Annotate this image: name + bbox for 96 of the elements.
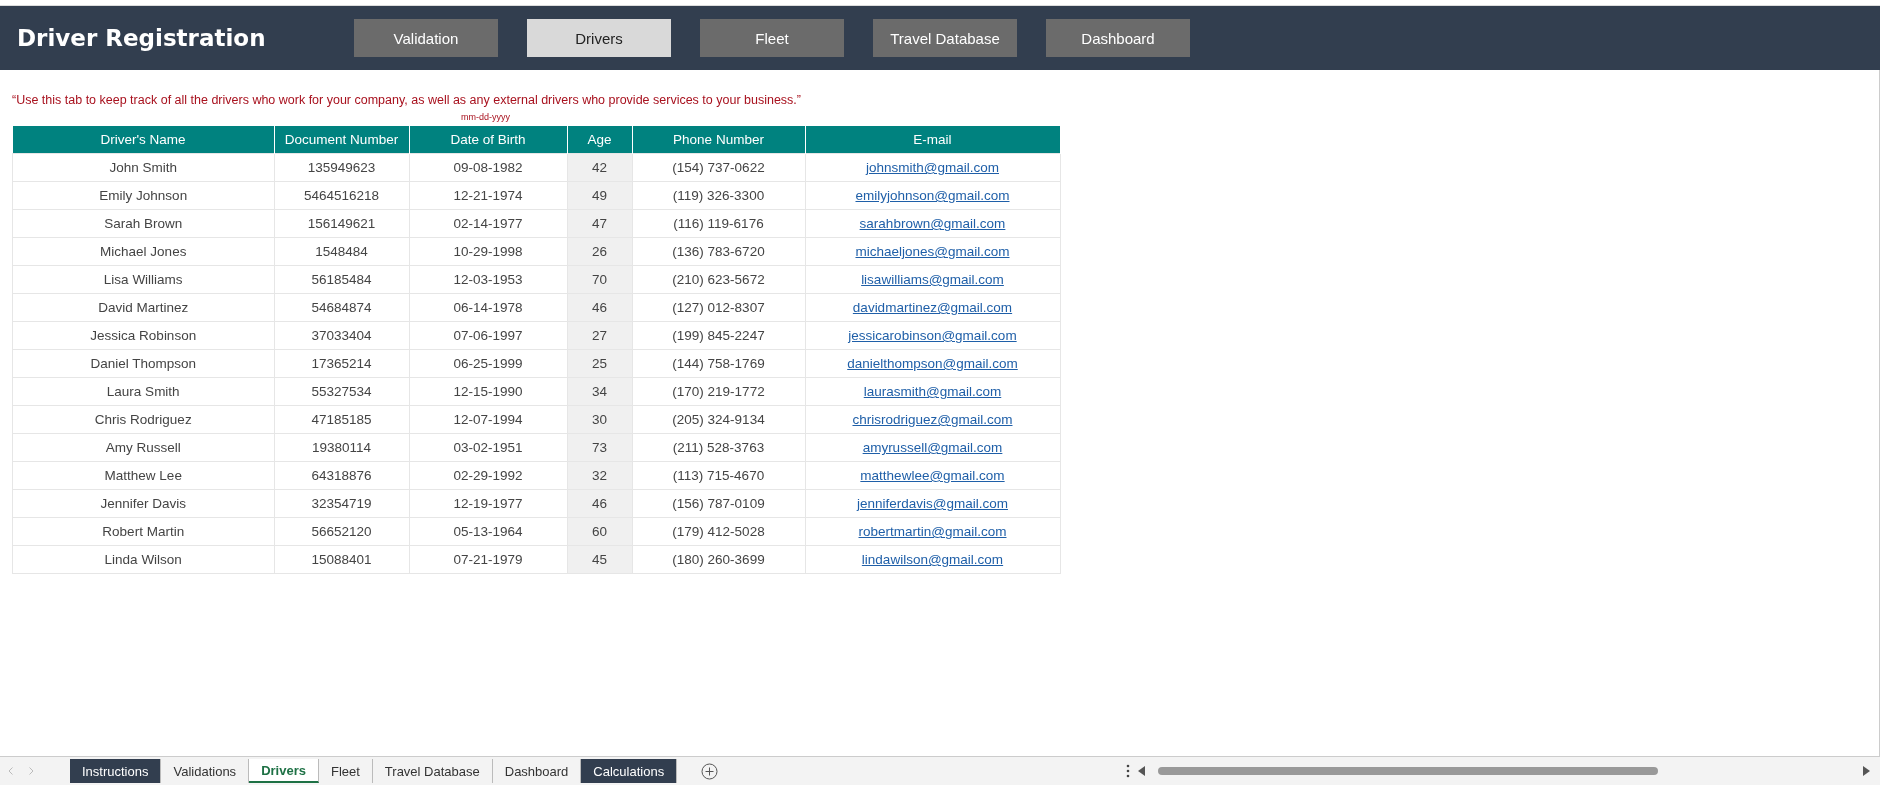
name-cell: Sarah Brown: [12, 209, 274, 238]
phone-cell: (199) 845-2247: [632, 321, 805, 350]
date-cell: 12-21-1974: [409, 181, 567, 210]
age-cell: 30: [567, 405, 632, 434]
document-cell: 37033404: [274, 321, 409, 350]
document-cell: 135949623: [274, 153, 409, 182]
date-cell: 12-15-1990: [409, 377, 567, 406]
age-cell: 49: [567, 181, 632, 210]
name-cell: Jessica Robinson: [12, 321, 274, 350]
phone-cell: (210) 623-5672: [632, 265, 805, 294]
document-cell: 15088401: [274, 545, 409, 574]
age-cell: 34: [567, 377, 632, 406]
date-cell: 12-03-1953: [409, 265, 567, 294]
date-cell: 02-14-1977: [409, 209, 567, 238]
document-cell: 1548484: [274, 237, 409, 266]
phone-cell: (136) 783-6720: [632, 237, 805, 266]
phone-cell: (144) 758-1769: [632, 349, 805, 378]
age-cell: 70: [567, 265, 632, 294]
name-cell: David Martinez: [12, 293, 274, 322]
name-cell: Amy Russell: [12, 433, 274, 462]
date-cell: 03-02-1951: [409, 433, 567, 462]
column-header: Date of Birth: [409, 126, 567, 154]
phone-cell: (154) 737-0622: [632, 153, 805, 182]
date-cell: 12-07-1994: [409, 405, 567, 434]
age-cell: 25: [567, 349, 632, 378]
sheet-tab[interactable]: Calculations: [581, 759, 678, 783]
page-title: Driver Registration: [17, 25, 267, 51]
phone-cell: (180) 260-3699: [632, 545, 805, 574]
phone-cell: (156) 787-0109: [632, 489, 805, 518]
age-cell: 27: [567, 321, 632, 350]
document-cell: 55327534: [274, 377, 409, 406]
date-cell: 07-21-1979: [409, 545, 567, 574]
date-cell: 09-08-1982: [409, 153, 567, 182]
column-header: Phone Number: [632, 126, 805, 154]
name-cell: Michael Jones: [12, 237, 274, 266]
nav-button[interactable]: Travel Database: [873, 19, 1017, 57]
name-cell: Chris Rodriguez: [12, 405, 274, 434]
phone-cell: (127) 012-8307: [632, 293, 805, 322]
document-cell: 54684874: [274, 293, 409, 322]
nav-button[interactable]: Drivers: [527, 19, 671, 57]
date-cell: 05-13-1964: [409, 517, 567, 546]
phone-cell: (119) 326-3300: [632, 181, 805, 210]
name-cell: Laura Smith: [12, 377, 274, 406]
name-cell: Matthew Lee: [12, 461, 274, 490]
more-options-icon[interactable]: [1126, 764, 1130, 778]
phone-cell: (179) 412-5028: [632, 517, 805, 546]
sheet-tab[interactable]: Drivers: [249, 759, 319, 783]
age-cell: 45: [567, 545, 632, 574]
column-header: Driver's Name: [12, 126, 274, 154]
document-cell: 47185185: [274, 405, 409, 434]
name-cell: John Smith: [12, 153, 274, 182]
nav-button[interactable]: Validation: [354, 19, 498, 57]
name-cell: Emily Johnson: [12, 181, 274, 210]
phone-cell: (116) 119-6176: [632, 209, 805, 238]
phone-cell: (170) 219-1772: [632, 377, 805, 406]
add-sheet-icon[interactable]: [701, 762, 719, 780]
age-cell: 32: [567, 461, 632, 490]
date-cell: 02-29-1992: [409, 461, 567, 490]
name-cell: Daniel Thompson: [12, 349, 274, 378]
column-header: E-mail: [805, 126, 1060, 154]
date-cell: 06-14-1978: [409, 293, 567, 322]
phone-cell: (113) 715-4670: [632, 461, 805, 490]
column-header: Age: [567, 126, 632, 154]
instruction-note: “Use this tab to keep track of all the drivers who work for your company, as well as any external drivers who provide services to your business.”: [12, 93, 802, 107]
name-cell: Robert Martin: [12, 517, 274, 546]
age-cell: 60: [567, 517, 632, 546]
date-cell: 12-19-1977: [409, 489, 567, 518]
date-format-hint: mm-dd-yyyy: [460, 112, 511, 124]
age-cell: 73: [567, 433, 632, 462]
age-cell: 47: [567, 209, 632, 238]
document-cell: 156149621: [274, 209, 409, 238]
nav-button[interactable]: Dashboard: [1046, 19, 1190, 57]
document-cell: 56185484: [274, 265, 409, 294]
nav-button[interactable]: Fleet: [700, 19, 844, 57]
name-cell: Jennifer Davis: [12, 489, 274, 518]
document-cell: 56652120: [274, 517, 409, 546]
document-cell: 19380114: [274, 433, 409, 462]
age-cell: 46: [567, 293, 632, 322]
scroll-right-icon[interactable]: [1862, 766, 1870, 776]
age-cell: 46: [567, 489, 632, 518]
date-cell: 07-06-1997: [409, 321, 567, 350]
column-header: Document Number: [274, 126, 409, 154]
age-cell: 42: [567, 153, 632, 182]
sheet-tab[interactable]: Instructions: [70, 759, 162, 783]
document-cell: 17365214: [274, 349, 409, 378]
name-cell: Linda Wilson: [12, 545, 274, 574]
document-cell: 5464516218: [274, 181, 409, 210]
phone-cell: (211) 528-3763: [632, 433, 805, 462]
date-cell: 10-29-1998: [409, 237, 567, 266]
name-cell: Lisa Williams: [12, 265, 274, 294]
date-cell: 06-25-1999: [409, 349, 567, 378]
age-cell: 26: [567, 237, 632, 266]
document-cell: 64318876: [274, 461, 409, 490]
phone-cell: (205) 324-9134: [632, 405, 805, 434]
scroll-left-icon[interactable]: [1138, 766, 1146, 776]
document-cell: 32354719: [274, 489, 409, 518]
